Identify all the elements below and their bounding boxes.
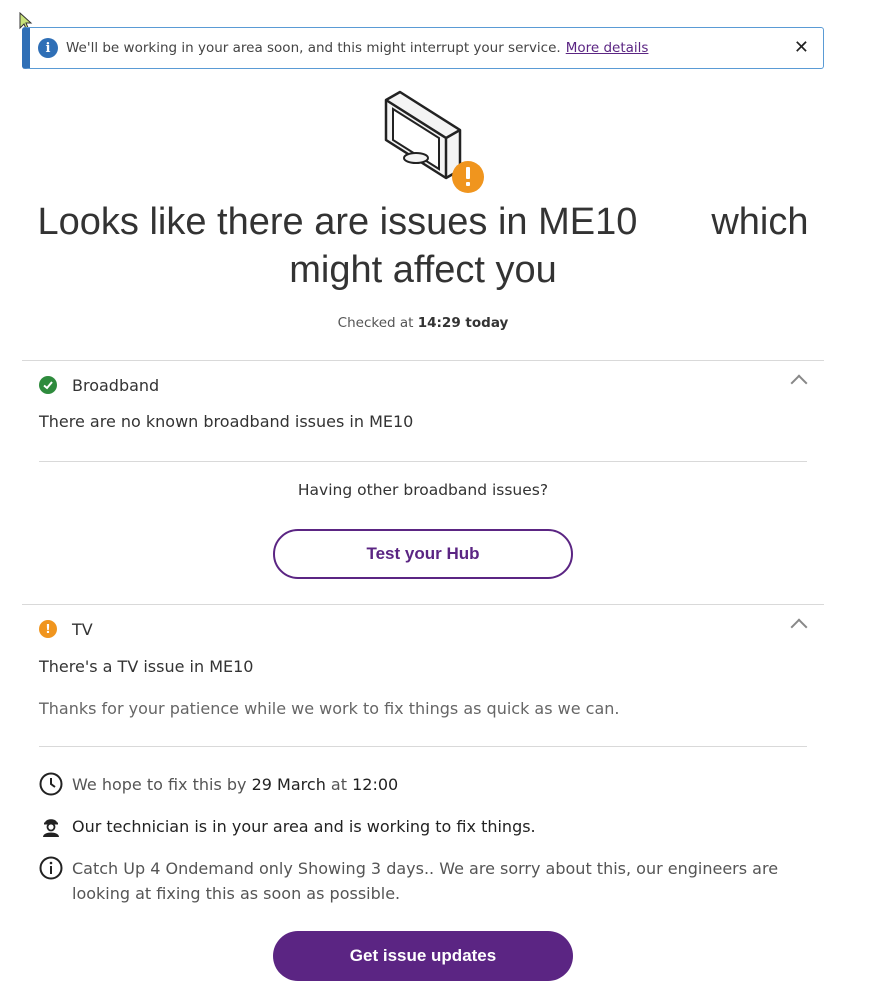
checked-timestamp: Checked at 14:29 today: [22, 315, 824, 331]
close-icon[interactable]: ✕: [794, 37, 809, 59]
divider: [39, 746, 807, 747]
check-circle-icon: [39, 376, 57, 394]
fix-time: 12:00: [352, 775, 399, 794]
info-icon: i: [38, 38, 58, 58]
warning-badge-icon: [452, 161, 484, 193]
fix-at: at: [330, 775, 347, 794]
banner-message: We'll be working in your area soon, and …: [66, 40, 561, 56]
chevron-up-icon[interactable]: [790, 374, 808, 392]
title-line1-end: which: [711, 201, 809, 243]
info-circle-icon: [39, 856, 63, 880]
other-issues-question: Having other broadband issues?: [297, 481, 549, 499]
test-hub-button[interactable]: Test your Hub: [273, 529, 573, 579]
info-row: Catch Up 4 Ondemand only Showing 3 days.…: [39, 856, 807, 906]
more-details-link[interactable]: More details: [566, 40, 649, 56]
technician-message: Our technician is in your area and is wo…: [72, 817, 536, 836]
divider: [22, 604, 824, 605]
fix-date: 29 March: [251, 775, 326, 794]
broadband-section-header[interactable]: Broadband: [39, 373, 808, 397]
broadband-title: Broadband: [72, 375, 160, 395]
info-message: Catch Up 4 Ondemand only Showing 3 days.…: [72, 859, 779, 903]
broadband-status-message: There are no known broadband issues in M…: [39, 412, 414, 431]
title-line2: might affect you: [289, 249, 557, 291]
tv-warning-illustration: [384, 90, 484, 193]
tv-title: TV: [72, 619, 93, 639]
page-title: Looks like there are issues in ME10 which…: [22, 198, 824, 294]
engineer-icon: [43, 819, 59, 837]
divider: [22, 360, 824, 361]
fix-prefix: We hope to fix this by: [72, 775, 247, 794]
clock-icon: [39, 772, 63, 796]
fix-estimate-row: We hope to fix this by 29 March at 12:00: [39, 772, 807, 797]
checked-time: 14:29 today: [417, 315, 509, 331]
get-issue-updates-button[interactable]: Get issue updates: [273, 931, 573, 981]
tv-thanks-message: Thanks for your patience while we work t…: [39, 699, 620, 718]
tv-section-header[interactable]: ! TV: [39, 617, 808, 641]
divider: [39, 461, 807, 462]
title-line1-start: Looks like there are issues in ME10: [37, 201, 638, 243]
tv-icon: [384, 90, 462, 180]
warning-circle-icon: !: [39, 620, 57, 638]
technician-row: Our technician is in your area and is wo…: [39, 814, 807, 839]
service-notice-banner: i We'll be working in your area soon, an…: [22, 27, 824, 69]
chevron-up-icon[interactable]: [790, 618, 808, 636]
tv-issue-message: There's a TV issue in ME10: [39, 657, 254, 676]
checked-prefix: Checked at: [337, 315, 414, 331]
